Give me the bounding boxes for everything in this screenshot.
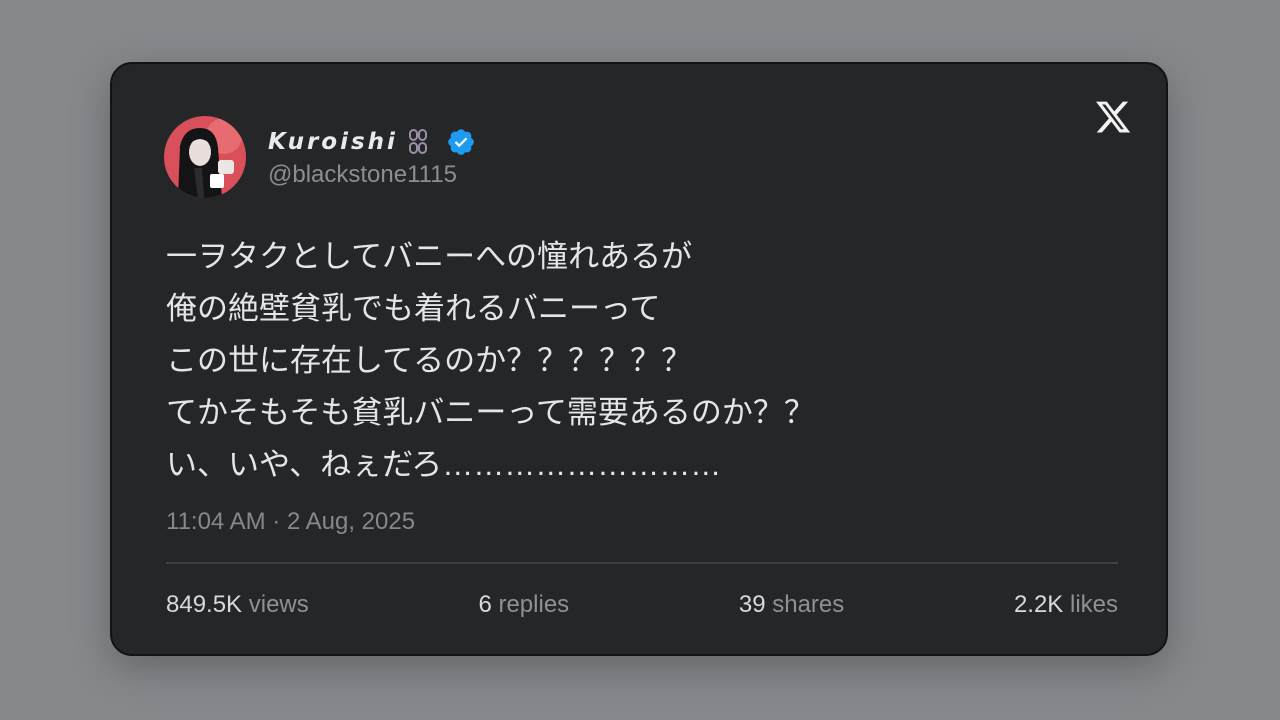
shares-label: shares [772,591,845,618]
shares-count: 39 [738,591,766,618]
x-logo-icon[interactable] [1094,98,1132,136]
replies-count: 6 [478,591,492,618]
replies-label: replies [498,591,570,618]
views-stat: 849.5K views [166,591,309,619]
views-label: views [248,591,309,618]
tweet-line: 俺の絶壁貧乳でも着れるバニーって [166,291,661,326]
tweet-text: 一ヲタクとしてバニーへの憧れあるが 俺の絶壁貧乳でも着れるバニーって この世に存… [166,231,1066,491]
likes-label: likes [1069,591,1118,618]
tweet-timestamp[interactable]: 11:04 AM · 2 Aug, 2025 [166,508,415,536]
shares-stat[interactable]: 39 shares [739,591,844,619]
views-count: 849.5K [166,591,243,618]
author-name-row[interactable]: Kuroishi [268,124,476,160]
tweet-line: 一ヲタクとしてバニーへの憧れあるが [166,239,693,274]
verified-badge-icon [448,129,474,155]
tweet-line: てかそもそも貧乳バニーって需要あるのか？？ [166,395,815,430]
tweet-line: この世に存在してるのか？？？？？？ [166,343,693,378]
tweet-stats: 849.5K views 6 replies 39 shares 2.2K li… [166,591,1118,619]
likes-count: 2.2K [1013,591,1064,618]
divider [166,562,1118,564]
author-handle[interactable]: @blackstone1115 [268,161,457,189]
avatar[interactable] [164,116,246,198]
tweet-line: い、いや、ねぇだろ……………………… [166,447,722,482]
tweet-card: Kuroishi @blackstone1115 一ヲタクとしてバニーへの憧れあ… [110,62,1168,656]
replies-stat[interactable]: 6 replies [478,591,569,619]
display-name[interactable]: Kuroishi [268,129,398,155]
chain-icon [404,128,432,156]
likes-stat[interactable]: 2.2K likes [1014,591,1118,619]
